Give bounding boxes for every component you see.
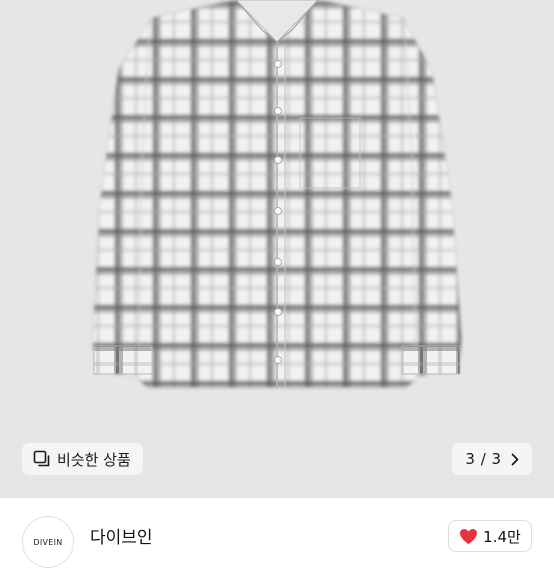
image-counter-text: 3 / 3: [465, 450, 502, 468]
copy-icon: [33, 450, 50, 467]
chevron-right-icon[interactable]: [511, 453, 519, 466]
like-count: 1.4만: [483, 527, 521, 546]
image-page-counter[interactable]: 3 / 3: [452, 443, 532, 475]
seller-row: DIVEIN 다이브인 1.4만: [0, 498, 554, 568]
product-image: [91, 0, 463, 389]
seller-logo-text: DIVEIN: [33, 537, 63, 547]
seller-name[interactable]: 다이브인: [90, 523, 153, 548]
product-photo-area[interactable]: 비슷한 상품 3 / 3: [0, 0, 554, 498]
similar-products-button[interactable]: 비슷한 상품: [22, 443, 143, 475]
like-button[interactable]: 1.4만: [448, 520, 532, 552]
seller-avatar[interactable]: DIVEIN: [22, 516, 74, 568]
similar-products-label: 비슷한 상품: [57, 450, 131, 469]
heart-icon: [460, 528, 478, 544]
